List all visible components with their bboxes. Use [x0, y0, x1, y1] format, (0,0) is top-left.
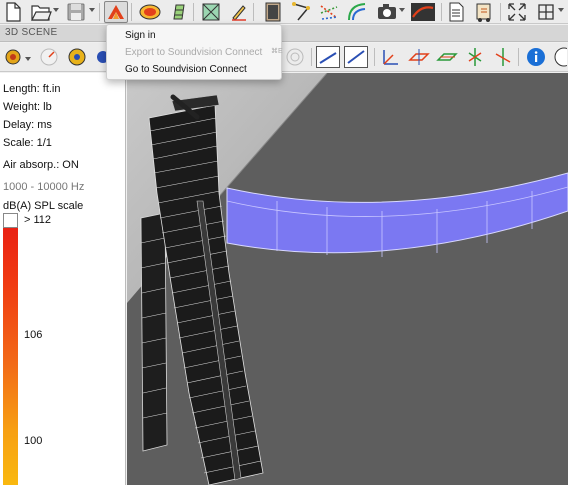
audience-surface[interactable] — [226, 172, 568, 254]
line-view-icon[interactable] — [316, 46, 340, 68]
camera-icon[interactable] — [376, 1, 398, 23]
coverage-icon[interactable] — [66, 46, 88, 68]
plot-icon[interactable] — [346, 1, 368, 23]
spl-scale-top-swatch — [3, 213, 18, 228]
line-array-rear[interactable] — [140, 212, 168, 452]
open-dropdown-caret[interactable] — [53, 8, 59, 12]
help-icon[interactable] — [553, 46, 568, 68]
main-toolbar — [0, 0, 568, 24]
length-unit-label: Length: ft.in — [3, 83, 61, 95]
toolbar-separator — [374, 48, 375, 66]
frame-icon[interactable] — [200, 1, 222, 23]
source-dropdown-caret[interactable] — [25, 57, 31, 61]
menu-item-export-to-connect: Export to Soundvision Connect — [125, 47, 263, 58]
toolbar-separator — [500, 3, 501, 21]
plane-yz-icon[interactable] — [464, 46, 486, 68]
spl-scale-label-low: 100 — [24, 435, 43, 447]
spl-mapping-icon[interactable] — [138, 1, 162, 23]
save-icon[interactable] — [66, 1, 86, 23]
new-file-icon[interactable] — [4, 1, 22, 23]
export-icon[interactable] — [473, 1, 495, 23]
expand-icon[interactable] — [506, 1, 528, 23]
laser-icon[interactable] — [318, 1, 340, 23]
target-icon[interactable] — [284, 46, 306, 68]
save-dropdown-caret[interactable] — [89, 8, 95, 12]
toolbar-separator — [518, 48, 519, 66]
spl-scale-title: dB(A) SPL scale — [3, 200, 84, 212]
air-absorption-label: Air absorp.: ON — [3, 159, 79, 171]
open-folder-icon[interactable] — [30, 1, 52, 23]
toolbar-separator — [253, 3, 254, 21]
spl-scale-label-mid: 106 — [24, 329, 43, 341]
audience-surface-icon[interactable] — [170, 1, 188, 23]
menu-item-sign-in[interactable]: Sign in — [125, 30, 156, 41]
scene-canvas[interactable] — [127, 73, 568, 485]
frequency-range-label: 1000 - 10000 Hz — [3, 181, 85, 193]
report-icon[interactable] — [447, 1, 465, 23]
line-view-2-icon[interactable] — [344, 46, 368, 68]
grid-icon[interactable] — [536, 1, 556, 23]
toolbar-separator — [131, 3, 132, 21]
camera-dropdown-caret[interactable] — [399, 8, 405, 12]
plane-z-icon[interactable] — [492, 46, 514, 68]
toolbar-separator — [441, 3, 442, 21]
source-color-icon[interactable] — [4, 46, 22, 68]
angle-icon[interactable] — [38, 46, 60, 68]
toolbar-separator — [99, 3, 100, 21]
scale-label: Scale: 1/1 — [3, 137, 52, 149]
plane-xz-icon[interactable] — [436, 46, 458, 68]
menu-shortcut-export: ⌘E — [271, 48, 283, 55]
speaker-icon[interactable] — [262, 1, 284, 23]
scene-header: 3D SCENE — [0, 25, 568, 42]
toolbar-separator — [193, 3, 194, 21]
delay-unit-label: Delay: ms — [3, 119, 52, 131]
scene-toolbar — [0, 43, 568, 72]
weight-unit-label: Weight: lb — [3, 101, 52, 113]
soundvision-connect-icon[interactable] — [104, 1, 128, 23]
scene-title: 3D SCENE — [5, 27, 58, 38]
spl-color-scale — [3, 215, 18, 485]
acoustic-icon[interactable] — [410, 1, 436, 23]
menu-item-go-to-connect[interactable]: Go to Soundvision Connect — [125, 64, 247, 75]
toolbar-separator — [311, 48, 312, 66]
info-panel: Length: ft.in Weight: lb Delay: ms Scale… — [0, 73, 126, 485]
grid-dropdown-caret[interactable] — [558, 8, 564, 12]
spl-scale-label-max: > 112 — [24, 214, 52, 226]
3d-viewport[interactable] — [127, 73, 568, 485]
soundvision-connect-menu: Sign in Export to Soundvision Connect ⌘E… — [106, 24, 283, 80]
plane-xy-icon[interactable] — [408, 46, 430, 68]
pencil-icon[interactable] — [228, 1, 250, 23]
axis-icon[interactable] — [380, 46, 402, 68]
rigging-icon[interactable] — [290, 1, 312, 23]
info-icon[interactable] — [525, 46, 547, 68]
